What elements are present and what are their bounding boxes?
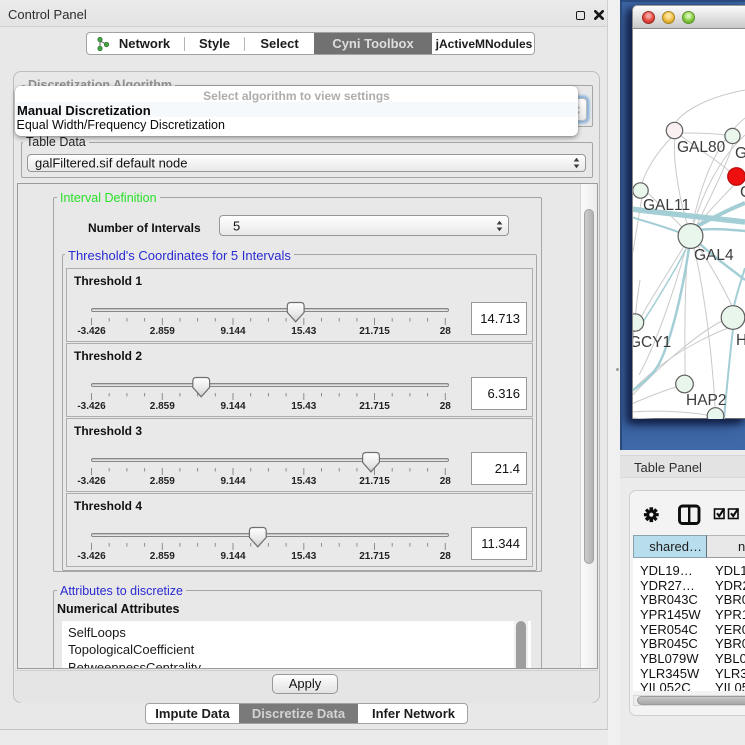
svg-text:GAL11: GAL11 xyxy=(643,197,690,214)
svg-text:HAP2: HAP2 xyxy=(686,392,727,409)
svg-text:G: G xyxy=(740,184,745,201)
svg-text:GA: GA xyxy=(735,145,745,162)
svg-text:H: H xyxy=(736,332,745,349)
svg-text:GAL80: GAL80 xyxy=(677,139,726,156)
svg-text:GAL4: GAL4 xyxy=(694,247,734,264)
svg-text:GCY1: GCY1 xyxy=(633,334,671,351)
